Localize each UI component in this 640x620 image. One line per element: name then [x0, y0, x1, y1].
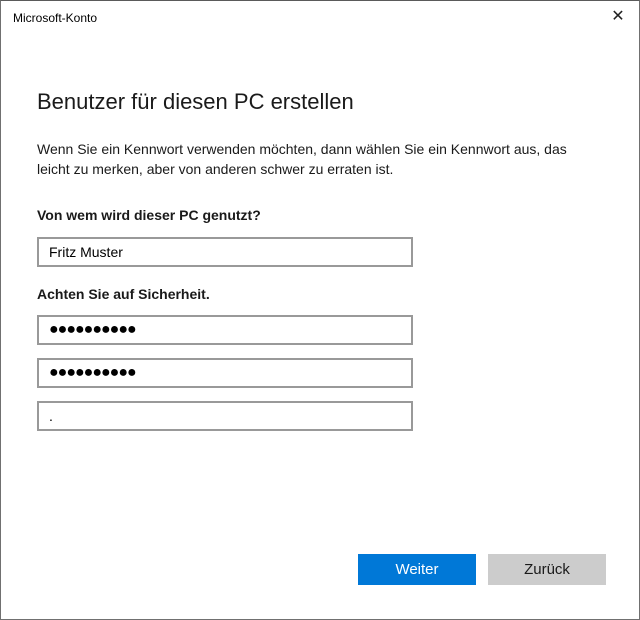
security-label: Achten Sie auf Sicherheit.	[37, 286, 210, 302]
password-hint-input[interactable]: .	[37, 401, 413, 431]
window-title: Microsoft-Konto	[13, 11, 98, 25]
next-button[interactable]: Weiter	[358, 554, 476, 585]
dialog-window: Microsoft-Konto ✕ Benutzer für diesen PC…	[0, 0, 640, 620]
close-icon[interactable]: ✕	[605, 5, 631, 29]
description-text: Wenn Sie ein Kennwort verwenden möchten,…	[37, 141, 567, 177]
page-title: Benutzer für diesen PC erstellen	[37, 89, 354, 114]
password-confirm-input[interactable]: ●●●●●●●●●●	[37, 358, 413, 388]
back-button[interactable]: Zurück	[488, 554, 606, 585]
user-label: Von wem wird dieser PC genutzt?	[37, 207, 261, 223]
username-input[interactable]: Fritz Muster	[37, 237, 413, 267]
password-input[interactable]: ●●●●●●●●●●	[37, 315, 413, 345]
